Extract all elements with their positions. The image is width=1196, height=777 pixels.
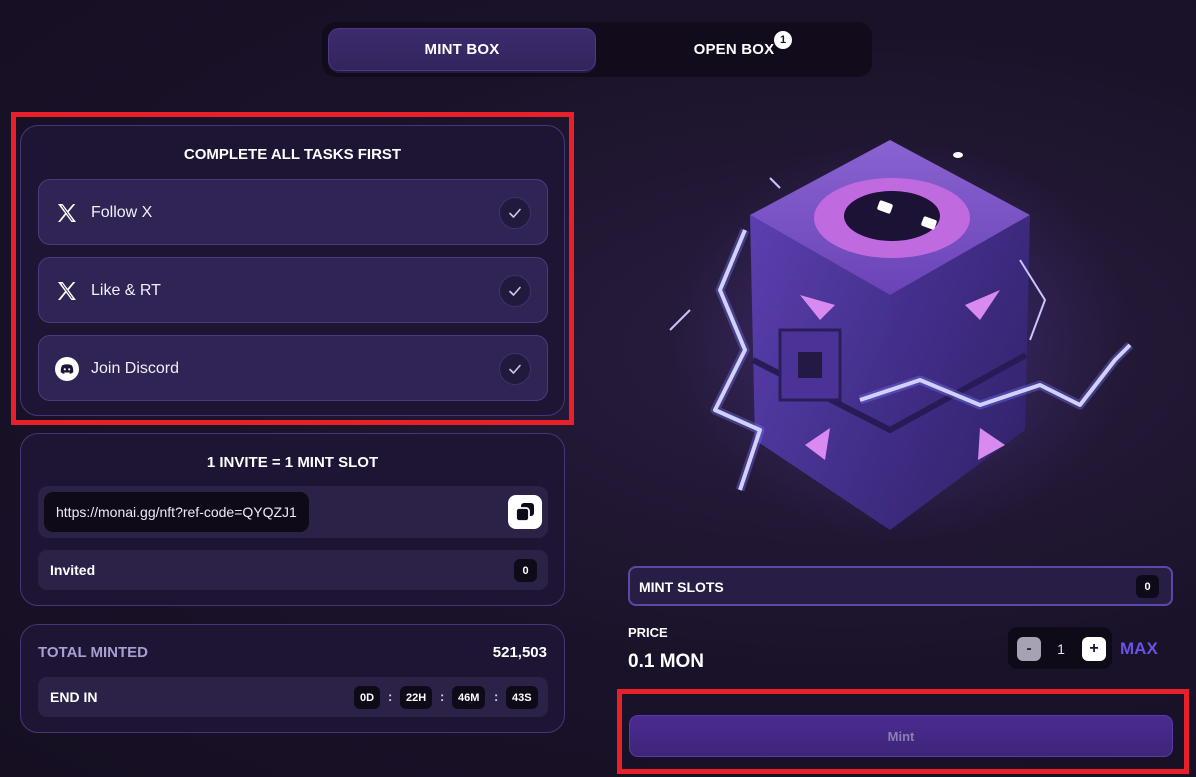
mystery-box-illustration xyxy=(669,140,1134,540)
invite-panel: 1 INVITE = 1 MINT SLOT https://monai.gg/… xyxy=(20,433,565,606)
invited-row: Invited 0 xyxy=(38,550,548,590)
quantity-stepper: - 1 + xyxy=(1008,627,1112,669)
end-in-label: END IN xyxy=(50,689,98,705)
decrement-button[interactable]: - xyxy=(1017,637,1041,661)
copy-button[interactable] xyxy=(508,495,542,529)
referral-link[interactable]: https://monai.gg/nft?ref-code=QYQZJ1 xyxy=(44,492,309,532)
tab-bar: MINT BOX OPEN BOX 1 xyxy=(322,22,872,77)
price-value: 0.1 MON xyxy=(628,651,705,672)
invited-count: 0 xyxy=(514,559,537,582)
mint-slots-count: 0 xyxy=(1136,575,1159,598)
tab-label: OPEN BOX xyxy=(693,41,775,58)
mint-slots-label: MINT SLOTS xyxy=(639,579,724,595)
copy-icon xyxy=(515,503,534,522)
tab-mint-box[interactable]: MINT BOX xyxy=(328,28,596,71)
invited-label: Invited xyxy=(50,562,96,578)
tab-label: MINT BOX xyxy=(424,41,500,58)
highlight-box xyxy=(617,689,1189,774)
total-minted-value: 521,503 xyxy=(492,644,547,661)
stats-panel: TOTAL MINTED 521,503 END IN 0D : 22H : 4… xyxy=(20,624,565,733)
notification-badge: 1 xyxy=(774,31,792,49)
tab-open-box[interactable]: OPEN BOX xyxy=(602,28,866,71)
mint-slots-row: MINT SLOTS 0 xyxy=(628,566,1173,606)
price-label: PRICE xyxy=(628,625,668,640)
countdown-hours: 22H xyxy=(400,686,433,709)
increment-button[interactable]: + xyxy=(1082,637,1106,661)
countdown-minutes: 46M xyxy=(452,686,486,709)
countdown-days: 0D xyxy=(354,686,381,709)
total-minted-label: TOTAL MINTED xyxy=(38,644,148,661)
referral-link-row: https://monai.gg/nft?ref-code=QYQZJ1 xyxy=(38,486,548,538)
countdown-seconds: 43S xyxy=(506,686,538,709)
end-in-row: END IN 0D : 22H : 46M : 43S xyxy=(38,677,548,717)
quantity-value[interactable]: 1 xyxy=(1052,641,1070,657)
invite-title: 1 INVITE = 1 MINT SLOT xyxy=(206,454,379,471)
max-button[interactable]: MAX xyxy=(1120,639,1158,659)
highlight-box xyxy=(11,112,574,425)
